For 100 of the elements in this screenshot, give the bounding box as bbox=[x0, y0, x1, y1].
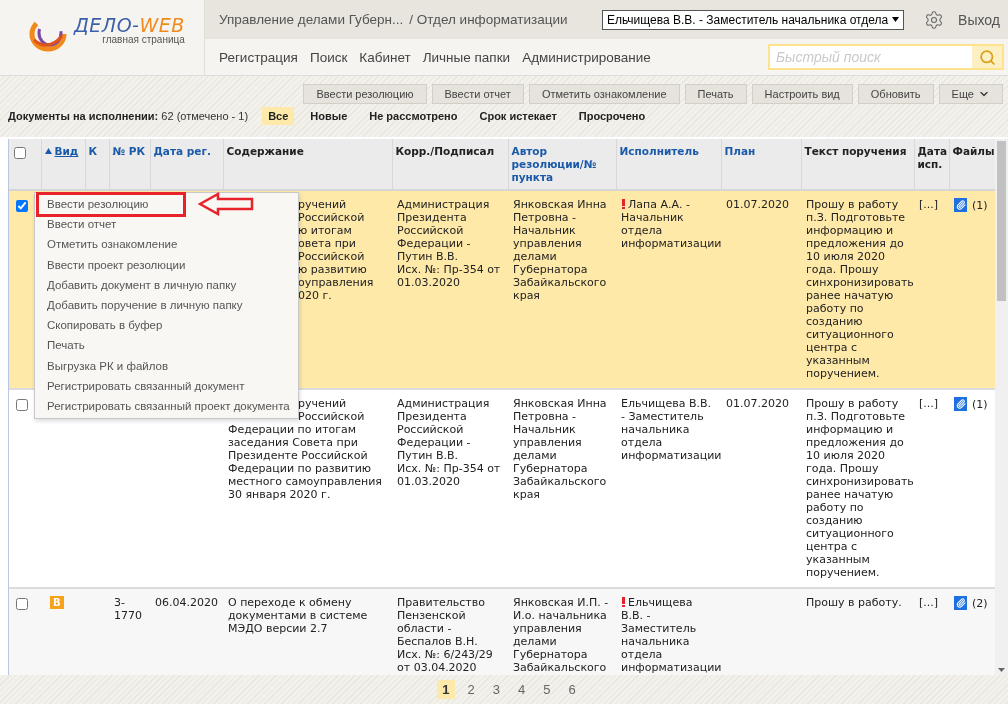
caret-icon bbox=[892, 17, 900, 23]
scrollbar-thumb[interactable] bbox=[997, 141, 1006, 301]
document-type-badge: В bbox=[50, 596, 64, 609]
menu-item[interactable]: Отметить ознакомление bbox=[36, 235, 189, 254]
resolution-author: Янковская Инна Петровна - Начальник управления делами Губернатора Забайкальского края bbox=[513, 198, 608, 302]
toolbar-button[interactable]: Настроить вид bbox=[751, 84, 853, 104]
row-checkbox[interactable] bbox=[16, 598, 28, 610]
toolbar-button[interactable]: Ввести резолюцию bbox=[303, 84, 427, 104]
menu-item[interactable]: Печать bbox=[36, 336, 96, 355]
content-text-line: местного самоуправления bbox=[228, 475, 383, 488]
filter-tab[interactable]: Новые bbox=[304, 107, 354, 125]
menu-item[interactable]: Скопировать в буфер bbox=[36, 316, 174, 335]
content-text-line: заседания Совета при bbox=[228, 436, 359, 449]
file-count: (2) bbox=[972, 596, 988, 610]
instruction-text: Прошу в работу п.З. Подготовьте информацию и предложения до 10 июля 2020 года. Прошу синхронизировать ранее начатую работу по созданию ситуационного центра с указанным поручением. bbox=[806, 198, 911, 380]
page-link[interactable]: 2 bbox=[462, 680, 480, 699]
instruction-text: Прошу в работу п.З. Подготовьте информацию и предложения до 10 июля 2020 года. Прошу синхронизировать ранее начатую работу по созданию ситуационного центра с указанным поручением. bbox=[806, 397, 911, 579]
scrollbar[interactable] bbox=[995, 139, 1008, 675]
content-text-line: 020 г. bbox=[298, 289, 333, 302]
content-text-line: Федерации по итогам bbox=[228, 423, 358, 436]
outgoing-reference: Исх. №: Пр-354 от 01.03.2020 bbox=[397, 263, 502, 289]
content-text-line: Российской bbox=[298, 410, 366, 423]
menu-item[interactable]: Регистрировать связанный документ bbox=[36, 376, 256, 395]
filter-tab[interactable]: Срок истекает bbox=[473, 107, 563, 125]
filter-tab[interactable]: Все bbox=[262, 107, 295, 125]
paperclip-icon[interactable] bbox=[954, 596, 967, 610]
logout-link[interactable]: Выход bbox=[958, 11, 1000, 28]
nav-link[interactable]: Администрирование bbox=[516, 49, 657, 65]
content-text-line: О переходе к обмену bbox=[228, 596, 353, 609]
toolbar-button[interactable]: Ввести отчет bbox=[431, 84, 524, 104]
content-text-line: ю развитию bbox=[298, 263, 368, 276]
menu-item[interactable]: Ввести отчет bbox=[36, 215, 128, 234]
sort-ascending-icon[interactable] bbox=[44, 148, 52, 154]
toolbar-button[interactable]: Печать bbox=[684, 84, 747, 104]
row-checkbox[interactable] bbox=[16, 399, 28, 411]
content-text-line: оуправления bbox=[298, 276, 375, 289]
correspondent: Администрация Президента Российской Федерации - Путин В.В. bbox=[397, 397, 491, 462]
content-text-line: МЭДО версии 2.7 bbox=[228, 622, 329, 635]
column-header[interactable]: К bbox=[88, 145, 98, 158]
select-all-checkbox[interactable] bbox=[14, 147, 26, 159]
filter-tab[interactable]: Не рассмотрено bbox=[363, 107, 464, 125]
paperclip-icon[interactable] bbox=[954, 198, 967, 212]
registration-date: 06.04.2020 bbox=[155, 596, 219, 609]
filter-tab[interactable]: Просрочено bbox=[572, 107, 652, 125]
content-text-line: Российской bbox=[298, 250, 366, 263]
page-link[interactable]: 3 bbox=[487, 680, 505, 699]
content-text-line: ручений bbox=[298, 397, 348, 410]
page-link[interactable]: 4 bbox=[513, 680, 531, 699]
execution-date-link[interactable]: [...] bbox=[919, 397, 946, 410]
content-text-line: ручений bbox=[298, 198, 348, 211]
column-header[interactable]: Вид bbox=[54, 145, 79, 158]
column-header[interactable]: № РК bbox=[112, 145, 146, 158]
toolbar-button[interactable]: Отметить ознакомление bbox=[528, 84, 680, 104]
registration-number: 3-1770 bbox=[114, 596, 143, 622]
toolbar-button[interactable]: Обновить bbox=[857, 84, 934, 104]
nav-link[interactable]: Личные папки bbox=[416, 49, 517, 65]
column-header[interactable]: План bbox=[724, 145, 756, 158]
correspondent: Администрация Президента Российской Федерации - Путин В.В. bbox=[397, 198, 491, 263]
content-text-line: ю итогам bbox=[298, 224, 353, 237]
column-header: Содержание bbox=[226, 145, 304, 158]
executor: Ельчищева В.В. - Заместитель начальника отдела информатизации bbox=[621, 397, 722, 462]
row-checkbox[interactable] bbox=[16, 200, 28, 212]
pointer-arrow-icon bbox=[198, 192, 255, 217]
menu-item[interactable]: Ввести резолюцию bbox=[36, 191, 187, 217]
menu-item[interactable]: Добавить поручение в личную папку bbox=[36, 296, 254, 315]
resolution-author: Янковская И.П. - И.о. начальника управления делами Губернатора Забайкальского bbox=[513, 596, 610, 674]
execution-date-link[interactable]: [...] bbox=[919, 596, 946, 609]
documents-summary: Документы на исполнении: 62 (отмечено - 1) bbox=[8, 110, 249, 122]
outgoing-reference: Исх. №: Пр-354 от 01.03.2020 bbox=[397, 462, 502, 488]
organization-name: Управление делами Губерн... bbox=[219, 12, 404, 28]
column-header: Дата исп. bbox=[917, 145, 948, 171]
nav-link[interactable]: Поиск bbox=[303, 49, 354, 65]
column-header: Текст поручения bbox=[804, 145, 907, 158]
page-link[interactable]: 6 bbox=[563, 680, 581, 699]
plan-date: 01.07.2020 bbox=[726, 397, 790, 410]
nav-link[interactable]: Кабинет bbox=[353, 49, 417, 65]
settings-icon[interactable] bbox=[924, 9, 945, 30]
logo-subtitle: главная страница bbox=[102, 34, 185, 45]
toolbar-button[interactable]: Еще bbox=[938, 84, 1003, 104]
user-select[interactable]: Ельчищева В.В. - Заместитель начальника отдела bbox=[601, 9, 905, 30]
logo-name: ДЕЛО-WEB bbox=[74, 14, 185, 36]
column-header: Корр./Подписал bbox=[395, 145, 495, 158]
content-text-line: документами в системе bbox=[228, 609, 369, 622]
content-text-line: Президенте Российской bbox=[228, 449, 369, 462]
column-header[interactable]: Исполнитель bbox=[619, 145, 699, 158]
column-header[interactable]: Автор резолюции/№ пункта bbox=[511, 145, 615, 184]
page-link[interactable]: 5 bbox=[538, 680, 556, 699]
table-row[interactable] bbox=[9, 588, 995, 675]
nav-link[interactable]: Регистрация bbox=[213, 49, 304, 65]
execution-date-link[interactable]: [...] bbox=[919, 198, 946, 211]
outgoing-reference: Исх. №: 6/243/29 от 03.04.2020 bbox=[397, 648, 494, 674]
executor: Лапа А.А. - Начальник отдела информатизации bbox=[621, 198, 722, 250]
column-header: Файлы bbox=[952, 145, 995, 158]
menu-item[interactable]: Добавить документ в личную папку bbox=[36, 275, 248, 294]
paperclip-icon[interactable] bbox=[954, 397, 967, 411]
resolution-author: Янковская Инна Петровна - Начальник управления делами Губернатора Забайкальского края bbox=[513, 397, 608, 501]
column-header[interactable]: Дата рег. bbox=[153, 145, 211, 158]
menu-item[interactable]: Ввести проект резолюции bbox=[36, 255, 197, 274]
page-link[interactable]: 1 bbox=[437, 680, 455, 699]
menu-item[interactable]: Выгрузка РК и файлов bbox=[36, 356, 180, 375]
